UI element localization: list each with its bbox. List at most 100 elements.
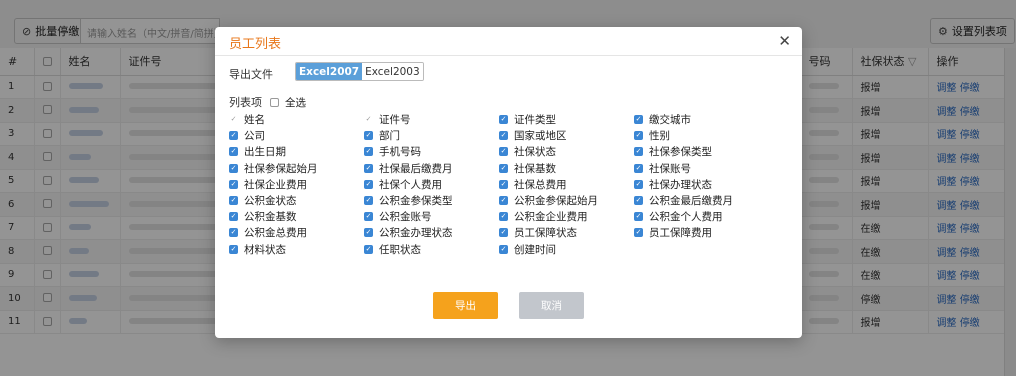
export-button[interactable]: 导出 [433, 292, 498, 319]
column-option[interactable]: ✓ 社保参保起始月 [229, 161, 318, 176]
column-option[interactable]: ✓ 公积金参保类型 [364, 193, 453, 208]
column-option-label: 公积金基数 [244, 211, 297, 224]
column-option-label: 社保总费用 [514, 178, 567, 191]
checkbox-check-icon[interactable]: ✓ [229, 196, 238, 205]
checkbox-check-icon[interactable]: ✓ [499, 179, 508, 189]
column-option-label: 证件号 [379, 114, 411, 126]
column-option-label: 社保最后缴费月 [379, 162, 453, 175]
column-option-label: 社保基数 [514, 162, 556, 175]
checkbox-check-icon[interactable]: ✓ [634, 163, 643, 173]
column-option-label: 任职状态 [379, 243, 421, 256]
checkbox-check-icon[interactable]: ✓ [499, 244, 508, 254]
column-option: ✓ 姓名 [229, 112, 265, 127]
column-option[interactable]: ✓ 社保总费用 [499, 177, 567, 192]
cancel-button[interactable]: 取消 [519, 292, 584, 319]
column-option-label: 社保参保类型 [649, 146, 712, 159]
checkbox-check-icon[interactable]: ✓ [499, 115, 508, 124]
export-dialog: 员工列表 ✕ 导出文件 Excel2007 Excel2003 列表项 全选 导… [215, 27, 802, 338]
checkbox-check-icon[interactable]: ✓ [634, 228, 643, 238]
checkbox-check-icon[interactable]: ✓ [364, 131, 373, 141]
checkbox-check-icon[interactable]: ✓ [499, 196, 508, 205]
checkbox-check-icon[interactable]: ✓ [229, 179, 238, 189]
column-option[interactable]: ✓ 部门 [364, 128, 400, 143]
column-option[interactable]: ✓ 创建时间 [499, 242, 556, 257]
column-option[interactable]: ✓ 社保基数 [499, 161, 556, 176]
column-option-label: 社保办理状态 [649, 178, 712, 191]
column-option[interactable]: ✓ 缴交城市 [634, 112, 691, 127]
column-option[interactable]: ✓ 员工保障状态 [499, 225, 577, 240]
format-option-excel2007[interactable]: Excel2007 [296, 63, 363, 80]
checkbox-check-icon[interactable]: ✓ [634, 131, 643, 141]
column-option[interactable]: ✓ 员工保障费用 [634, 225, 712, 240]
checkbox-check-icon[interactable]: ✓ [364, 228, 373, 238]
checkbox-check-icon[interactable]: ✓ [634, 196, 643, 205]
column-option-label: 国家或地区 [514, 130, 567, 143]
checkbox-check-icon[interactable]: ✓ [229, 228, 238, 238]
column-option[interactable]: ✓ 社保账号 [634, 161, 691, 176]
column-option-label: 社保企业费用 [244, 178, 307, 191]
checkbox-check-icon[interactable]: ✓ [499, 147, 508, 157]
column-option[interactable]: ✓ 公积金参保起始月 [499, 193, 598, 208]
column-option[interactable]: ✓ 任职状态 [364, 242, 421, 257]
checkbox-check-icon[interactable]: ✓ [634, 115, 643, 124]
column-option-label: 员工保障费用 [649, 227, 712, 240]
column-option-label: 部门 [379, 130, 400, 143]
checkbox-check-icon[interactable]: ✓ [499, 163, 508, 173]
checkbox-check-icon[interactable]: ✓ [364, 244, 373, 254]
column-option[interactable]: ✓ 公积金个人费用 [634, 209, 723, 224]
checkbox-check-icon[interactable]: ✓ [364, 179, 373, 189]
column-option-label: 材料状态 [244, 243, 286, 256]
column-option[interactable]: ✓ 公积金最后缴费月 [634, 193, 733, 208]
checkbox-check-icon[interactable]: ✓ [499, 212, 508, 222]
checkbox-check-icon[interactable]: ✓ [364, 212, 373, 222]
checkbox-check-icon[interactable]: ✓ [229, 212, 238, 222]
column-option[interactable]: ✓ 社保个人费用 [364, 177, 442, 192]
column-option[interactable]: ✓ 公积金办理状态 [364, 225, 453, 240]
checkbox-check-icon[interactable]: ✓ [229, 163, 238, 173]
format-option-excel2003[interactable]: Excel2003 [362, 63, 423, 80]
column-option-label: 社保个人费用 [379, 178, 442, 191]
column-option[interactable]: ✓ 出生日期 [229, 144, 286, 159]
column-option-label: 公积金个人费用 [649, 211, 723, 224]
format-selector: Excel2007 Excel2003 [295, 62, 424, 81]
checkbox-check-icon[interactable]: ✓ [634, 147, 643, 157]
checkbox-check-icon[interactable]: ✓ [229, 244, 238, 254]
checkbox-check-icon[interactable]: ✓ [634, 179, 643, 189]
column-option[interactable]: ✓ 手机号码 [364, 144, 421, 159]
checkbox-check-icon[interactable]: ✓ [364, 147, 373, 157]
column-option[interactable]: ✓ 证件类型 [499, 112, 556, 127]
column-option[interactable]: ✓ 社保最后缴费月 [364, 161, 453, 176]
checkbox-check-icon[interactable]: ✓ [499, 131, 508, 141]
column-option-label: 公积金参保类型 [379, 195, 453, 207]
checkbox-check-icon: ✓ [229, 115, 238, 124]
column-option[interactable]: ✓ 性别 [634, 128, 670, 143]
close-icon[interactable]: ✕ [778, 32, 791, 50]
column-option[interactable]: ✓ 社保参保类型 [634, 144, 712, 159]
checkbox-check-icon[interactable]: ✓ [364, 163, 373, 173]
column-option[interactable]: ✓ 国家或地区 [499, 128, 567, 143]
select-all-checkbox-modal[interactable]: 全选 [270, 95, 306, 110]
checkbox-box[interactable] [270, 98, 279, 107]
checkbox-check-icon[interactable]: ✓ [364, 196, 373, 205]
column-option-label: 性别 [649, 130, 670, 143]
column-option[interactable]: ✓ 公司 [229, 128, 265, 143]
checkbox-check-icon[interactable]: ✓ [499, 228, 508, 238]
checkbox-check-icon[interactable]: ✓ [634, 212, 643, 222]
column-option-label: 公积金企业费用 [514, 211, 588, 224]
column-option[interactable]: ✓ 社保状态 [499, 144, 556, 159]
checkbox-check-icon[interactable]: ✓ [229, 147, 238, 157]
column-option[interactable]: ✓ 公积金账号 [364, 209, 432, 224]
column-option[interactable]: ✓ 公积金基数 [229, 209, 297, 224]
checkbox-check-icon[interactable]: ✓ [229, 131, 238, 141]
column-option-label: 证件类型 [514, 114, 556, 126]
column-option-label: 公积金最后缴费月 [649, 195, 733, 207]
column-option-label: 社保状态 [514, 146, 556, 159]
column-option-label: 公积金状态 [244, 195, 297, 207]
column-option[interactable]: ✓ 公积金企业费用 [499, 209, 588, 224]
column-option[interactable]: ✓ 公积金状态 [229, 193, 297, 208]
column-option-label: 公积金总费用 [244, 227, 307, 240]
column-option[interactable]: ✓ 公积金总费用 [229, 225, 307, 240]
column-option[interactable]: ✓ 社保企业费用 [229, 177, 307, 192]
column-option[interactable]: ✓ 材料状态 [229, 242, 286, 257]
column-option[interactable]: ✓ 社保办理状态 [634, 177, 712, 192]
